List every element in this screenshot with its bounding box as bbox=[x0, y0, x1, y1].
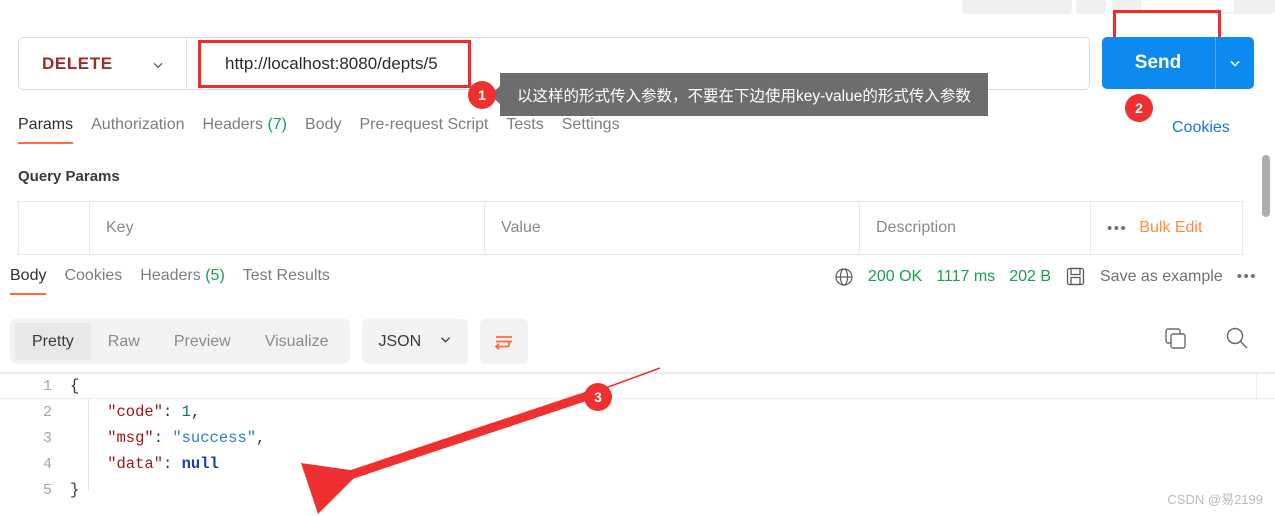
url-highlight-box bbox=[198, 40, 471, 88]
code-text: "code": 1, bbox=[70, 403, 201, 421]
status-code: 200 OK bbox=[867, 267, 923, 285]
response-body-code: 1{2 "code": 1, 3 "msg": "success", 4 "data… bbox=[0, 372, 1275, 516]
response-tab-cookies[interactable]: Cookies bbox=[64, 267, 140, 295]
params-more-icon[interactable]: ••• bbox=[1107, 220, 1127, 237]
tab-label: Headers bbox=[140, 267, 201, 284]
params-bulk-edit-cell[interactable]: ••• Bulk Edit bbox=[1091, 202, 1243, 254]
code-text: } bbox=[70, 481, 80, 499]
annotation-marker-1: 1 bbox=[468, 81, 496, 109]
code-line-end-rail bbox=[1256, 374, 1257, 400]
postman-window: DELETE http://localhost:8080/depts/5 以这样… bbox=[0, 0, 1275, 516]
tab-label: Tests bbox=[506, 116, 544, 133]
code-text: "msg": "success", bbox=[70, 429, 266, 447]
response-tabs: Body Cookies Headers (5) Test Results bbox=[10, 267, 348, 297]
status-time: 1117 ms bbox=[936, 267, 996, 285]
annotation-tooltip-text: 以这样的形式传入参数，不要在下边使用key-value的形式传入参数 bbox=[517, 87, 971, 105]
response-view-visualize[interactable]: Visualize bbox=[248, 323, 346, 360]
request-tab-pre-request-script[interactable]: Pre-request Script bbox=[359, 116, 506, 144]
wrap-lines-button[interactable] bbox=[480, 319, 529, 364]
top-strip-segment-1 bbox=[962, 0, 1072, 14]
method-label: DELETE bbox=[42, 53, 113, 73]
response-status-bar: 200 OK 1117 ms 202 B Save as example ••• bbox=[834, 266, 1257, 287]
line-number: 4 bbox=[42, 455, 52, 473]
send-options-chevron-icon[interactable] bbox=[1215, 37, 1254, 89]
globe-icon bbox=[834, 267, 854, 287]
response-view-segments: Pretty Raw Preview Visualize bbox=[10, 319, 351, 364]
response-view-preview[interactable]: Preview bbox=[157, 323, 248, 360]
cookies-link[interactable]: Cookies bbox=[1172, 119, 1230, 137]
request-tab-body[interactable]: Body bbox=[305, 116, 359, 144]
params-column-value: Value bbox=[485, 202, 860, 254]
params-checkbox-column bbox=[18, 202, 90, 254]
code-line: 1{ bbox=[0, 373, 1275, 400]
tab-label: Body bbox=[305, 116, 342, 133]
send-button[interactable]: Send bbox=[1102, 37, 1254, 89]
vertical-scrollbar-thumb[interactable] bbox=[1262, 155, 1270, 217]
code-text: "data": null bbox=[70, 455, 219, 473]
tab-label: Authorization bbox=[91, 116, 185, 133]
method-selector[interactable]: DELETE bbox=[19, 38, 187, 89]
response-format-label: JSON bbox=[378, 332, 422, 350]
params-column-description: Description bbox=[860, 202, 1091, 254]
line-number: 1 bbox=[42, 377, 52, 395]
save-as-example-button[interactable]: Save as example bbox=[1100, 268, 1223, 286]
tab-label: Pre-request Script bbox=[359, 116, 489, 133]
tab-label: Cookies bbox=[64, 267, 123, 284]
top-strip bbox=[0, 0, 1275, 15]
response-tab-body[interactable]: Body bbox=[10, 267, 64, 295]
tab-label: Body bbox=[10, 267, 47, 284]
response-tab-test-results[interactable]: Test Results bbox=[243, 267, 348, 295]
tab-count: (7) bbox=[263, 116, 287, 133]
annotation-tooltip: 以这样的形式传入参数，不要在下边使用key-value的形式传入参数 bbox=[500, 73, 988, 116]
request-tabs: Params Authorization Headers (7) Body Pre-re… bbox=[18, 116, 638, 148]
response-view-raw[interactable]: Raw bbox=[91, 323, 157, 360]
response-format-select[interactable]: JSON bbox=[362, 319, 469, 364]
response-tab-headers[interactable]: Headers (5) bbox=[140, 267, 242, 295]
code-text: { bbox=[70, 377, 80, 395]
save-icon[interactable] bbox=[1065, 266, 1086, 287]
response-body-toolbar: Pretty Raw Preview Visualize JSON bbox=[10, 319, 529, 364]
send-button-label: Send bbox=[1134, 52, 1182, 73]
request-tab-settings[interactable]: Settings bbox=[562, 116, 638, 144]
tab-label: Params bbox=[18, 116, 74, 133]
tab-label: Test Results bbox=[242, 267, 330, 284]
tab-label: Headers bbox=[202, 116, 263, 133]
status-size: 202 B bbox=[1009, 267, 1051, 285]
annotation-marker-2: 2 bbox=[1125, 94, 1153, 122]
request-tab-headers[interactable]: Headers (7) bbox=[203, 116, 305, 144]
request-tab-params[interactable]: Params bbox=[18, 116, 91, 144]
bulk-edit-label[interactable]: Bulk Edit bbox=[1139, 219, 1202, 237]
search-icon[interactable] bbox=[1224, 325, 1250, 356]
copy-icon[interactable] bbox=[1163, 326, 1188, 356]
tab-count: (5) bbox=[200, 267, 225, 284]
code-line: 5} bbox=[0, 477, 1275, 503]
request-tab-tests[interactable]: Tests bbox=[506, 116, 561, 144]
query-params-table: Key Value Description ••• Bulk Edit bbox=[18, 201, 1245, 255]
chevron-down-icon bbox=[439, 333, 452, 351]
params-column-key: Key bbox=[90, 202, 485, 254]
watermark: CSDN @易2199 bbox=[1167, 492, 1263, 507]
top-strip-segment-2 bbox=[1076, 0, 1106, 14]
query-params-title: Query Params bbox=[18, 168, 120, 185]
line-number: 2 bbox=[42, 403, 52, 421]
response-view-pretty[interactable]: Pretty bbox=[15, 323, 91, 360]
response-body-actions bbox=[1163, 325, 1250, 356]
line-number: 3 bbox=[42, 429, 52, 447]
tab-label: Settings bbox=[561, 116, 620, 133]
code-line: 4 "data": null bbox=[0, 451, 1275, 477]
response-more-icon[interactable]: ••• bbox=[1237, 268, 1257, 285]
annotation-marker-3: 3 bbox=[584, 383, 612, 411]
request-tab-authorization[interactable]: Authorization bbox=[91, 116, 202, 144]
code-line: 3 "msg": "success", bbox=[0, 425, 1275, 451]
line-number: 5 bbox=[42, 481, 52, 499]
code-line: 2 "code": 1, bbox=[0, 399, 1275, 425]
chevron-down-icon bbox=[152, 58, 164, 70]
